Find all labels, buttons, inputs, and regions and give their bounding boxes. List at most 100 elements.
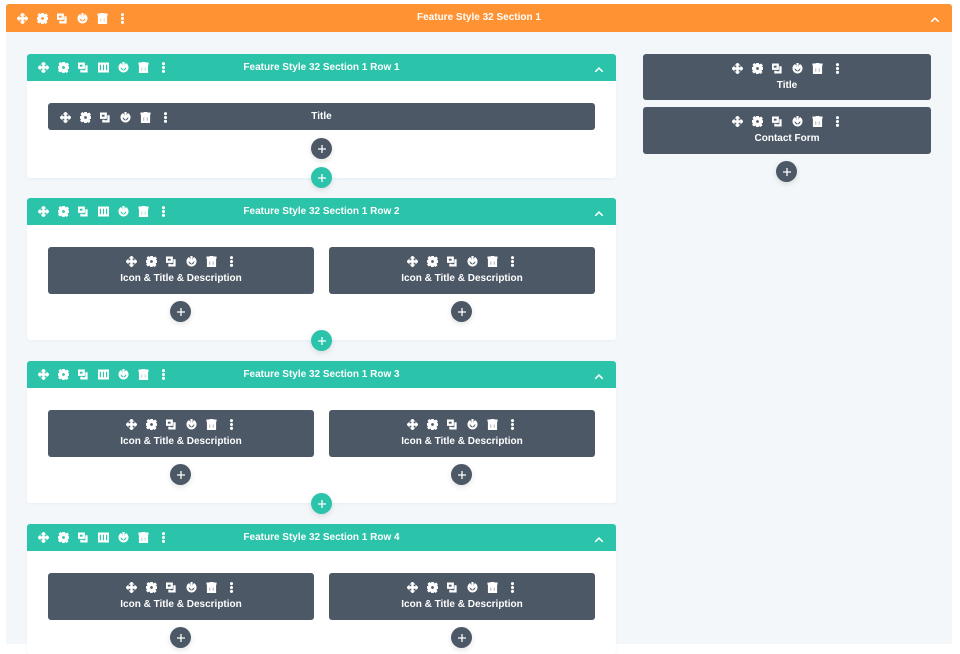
move-icon[interactable] [121, 580, 141, 594]
module-label: Icon & Title & Description [401, 273, 523, 284]
save-icon[interactable] [462, 417, 482, 431]
move-icon[interactable] [402, 254, 422, 268]
module-label: Icon & Title & Description [120, 273, 242, 284]
settings-icon[interactable] [141, 417, 161, 431]
module-label: Title [311, 111, 332, 122]
add-row-button[interactable] [311, 330, 332, 351]
chevron-up-icon[interactable] [594, 369, 606, 381]
module-contact-form[interactable]: Contact Form [643, 107, 931, 154]
more-icon[interactable] [502, 580, 522, 594]
duplicate-icon[interactable] [442, 254, 462, 268]
duplicate-icon[interactable] [161, 580, 181, 594]
module-icon-title-description[interactable]: Icon & Title & Description [48, 247, 314, 294]
row-title: Feature Style 32 Section 1 Row 1 [243, 62, 400, 73]
settings-icon[interactable] [141, 254, 161, 268]
module-label: Icon & Title & Description [120, 436, 242, 447]
delete-icon[interactable] [201, 254, 221, 268]
save-icon[interactable] [181, 254, 201, 268]
save-icon[interactable] [787, 114, 807, 128]
move-icon[interactable] [727, 61, 747, 75]
add-module-button[interactable] [451, 301, 472, 322]
move-icon[interactable] [727, 114, 747, 128]
chevron-up-icon[interactable] [930, 12, 942, 24]
chevron-up-icon[interactable] [594, 62, 606, 74]
chevron-up-icon[interactable] [594, 206, 606, 218]
settings-icon[interactable] [422, 254, 442, 268]
save-icon[interactable] [181, 580, 201, 594]
move-icon[interactable] [402, 580, 422, 594]
module-toolbar [48, 254, 314, 268]
add-module-button[interactable] [170, 301, 191, 322]
duplicate-icon[interactable] [442, 417, 462, 431]
delete-icon[interactable] [482, 254, 502, 268]
row-2: Feature Style 32 Section 1 Row 2 Icon & … [27, 198, 616, 351]
module-toolbar [48, 580, 314, 594]
more-icon[interactable] [827, 114, 847, 128]
add-module-button[interactable] [170, 627, 191, 648]
module-title[interactable]: Title [48, 103, 595, 130]
duplicate-icon[interactable] [442, 580, 462, 594]
more-icon[interactable] [221, 580, 241, 594]
more-icon[interactable] [221, 254, 241, 268]
module-toolbar [643, 61, 931, 75]
move-icon[interactable] [121, 417, 141, 431]
module-label: Title [776, 80, 798, 91]
module-icon-title-description[interactable]: Icon & Title & Description [329, 247, 595, 294]
module-title[interactable]: Title [643, 54, 931, 100]
save-icon[interactable] [787, 61, 807, 75]
duplicate-icon[interactable] [161, 254, 181, 268]
duplicate-icon[interactable] [767, 61, 787, 75]
settings-icon[interactable] [422, 580, 442, 594]
module-toolbar [48, 417, 314, 431]
more-icon[interactable] [827, 61, 847, 75]
more-icon[interactable] [221, 417, 241, 431]
move-icon[interactable] [402, 417, 422, 431]
settings-icon[interactable] [422, 417, 442, 431]
module-icon-title-description[interactable]: Icon & Title & Description [329, 573, 595, 620]
duplicate-icon[interactable] [161, 417, 181, 431]
delete-icon[interactable] [482, 580, 502, 594]
row-3: Feature Style 32 Section 1 Row 3 Icon & … [27, 361, 616, 514]
section: Feature Style 32 Section 1 Feature Style… [6, 4, 952, 654]
module-label: Icon & Title & Description [401, 599, 523, 610]
module-label: Contact Form [754, 133, 820, 144]
duplicate-icon[interactable] [767, 114, 787, 128]
module-icon-title-description[interactable]: Icon & Title & Description [48, 410, 314, 457]
module-icon-title-description[interactable]: Icon & Title & Description [329, 410, 595, 457]
delete-icon[interactable] [482, 417, 502, 431]
delete-icon[interactable] [807, 61, 827, 75]
module-label: Icon & Title & Description [401, 436, 523, 447]
row-title: Feature Style 32 Section 1 Row 3 [243, 369, 400, 380]
more-icon[interactable] [502, 417, 522, 431]
delete-icon[interactable] [807, 114, 827, 128]
delete-icon[interactable] [201, 580, 221, 594]
add-module-button[interactable] [451, 627, 472, 648]
add-module-button[interactable] [311, 138, 332, 159]
move-icon[interactable] [121, 254, 141, 268]
save-icon[interactable] [462, 580, 482, 594]
add-module-button[interactable] [170, 464, 191, 485]
chevron-up-icon[interactable] [594, 532, 606, 544]
module-toolbar [643, 114, 931, 128]
add-row-button[interactable] [311, 167, 332, 188]
section-header[interactable]: Feature Style 32 Section 1 [6, 4, 952, 32]
add-row-button[interactable] [311, 493, 332, 514]
delete-icon[interactable] [201, 417, 221, 431]
module-icon-title-description[interactable]: Icon & Title & Description [48, 573, 314, 620]
settings-icon[interactable] [747, 114, 767, 128]
more-icon[interactable] [502, 254, 522, 268]
add-module-button[interactable] [776, 161, 797, 182]
settings-icon[interactable] [747, 61, 767, 75]
module-label: Icon & Title & Description [120, 599, 242, 610]
save-icon[interactable] [462, 254, 482, 268]
row-header[interactable]: Feature Style 32 Section 1 Row 1 [27, 54, 616, 81]
module-toolbar [329, 254, 595, 268]
settings-icon[interactable] [141, 580, 161, 594]
save-icon[interactable] [181, 417, 201, 431]
row-header[interactable]: Feature Style 32 Section 1 Row 4 [27, 524, 616, 551]
row-header[interactable]: Feature Style 32 Section 1 Row 2 [27, 198, 616, 225]
module-toolbar [329, 580, 595, 594]
row-header[interactable]: Feature Style 32 Section 1 Row 3 [27, 361, 616, 388]
module-toolbar [329, 417, 595, 431]
add-module-button[interactable] [451, 464, 472, 485]
